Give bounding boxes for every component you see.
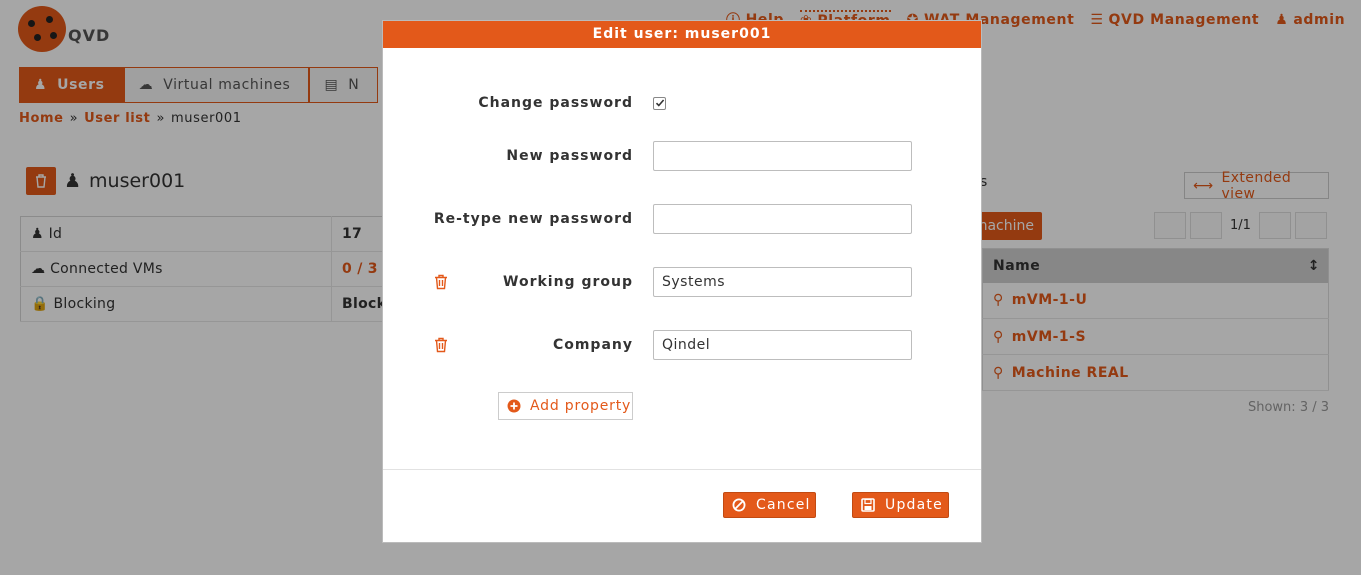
edit-user-dialog: Edit user: muser001 Change password New …: [382, 20, 982, 543]
company-field[interactable]: [653, 330, 912, 360]
retype-password-label: Re-type new password: [433, 211, 633, 227]
change-password-label: Change password: [478, 95, 633, 111]
dialog-footer: Cancel Update: [383, 469, 981, 543]
working-group-label: Working group: [503, 274, 633, 290]
working-group-field[interactable]: [653, 267, 912, 297]
update-button[interactable]: Update: [852, 492, 949, 518]
plus-circle-icon: [507, 399, 521, 413]
company-row: Company: [383, 330, 983, 360]
cancel-button[interactable]: Cancel: [723, 492, 816, 518]
dialog-title: Edit user: muser001: [383, 21, 981, 48]
ban-icon: [732, 498, 746, 512]
change-password-checkbox[interactable]: [653, 96, 666, 110]
add-property-button[interactable]: Add property: [498, 392, 633, 420]
trash-icon[interactable]: [434, 337, 448, 353]
new-password-field[interactable]: [653, 141, 912, 171]
save-icon: [861, 498, 875, 512]
trash-icon[interactable]: [434, 274, 448, 290]
checkmark-icon: [655, 99, 664, 107]
change-password-row: Change password: [383, 93, 983, 113]
working-group-row: Working group: [383, 267, 983, 297]
company-label: Company: [552, 337, 633, 353]
new-password-row: New password: [383, 141, 983, 171]
new-password-label: New password: [506, 148, 633, 164]
retype-password-field[interactable]: [653, 204, 912, 234]
retype-password-row: Re-type new password: [383, 204, 983, 234]
